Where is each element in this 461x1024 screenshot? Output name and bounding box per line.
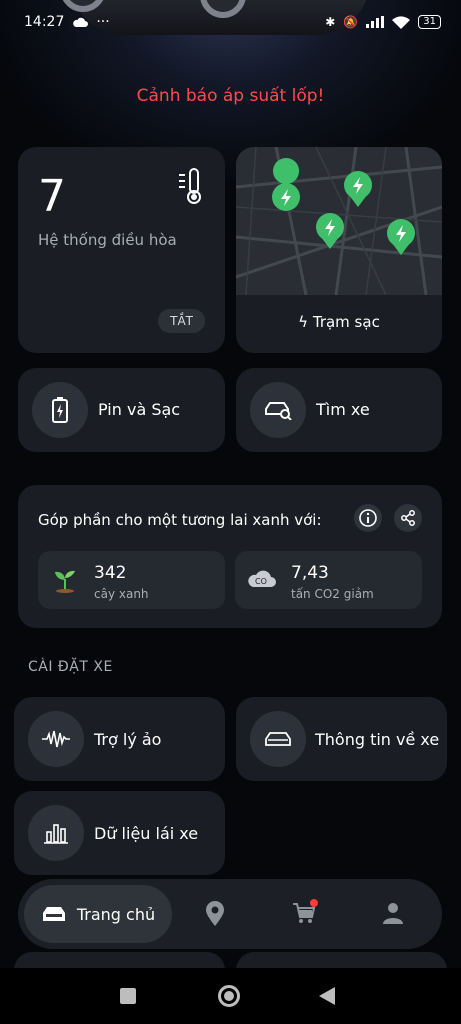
car-home-icon [42, 907, 65, 921]
map-preview[interactable] [236, 147, 442, 295]
battery-indicator: 31 [418, 15, 441, 29]
co2-value: 7,43 [291, 563, 329, 583]
car-info-label: Thông tin về xe [315, 730, 440, 749]
cloud-icon [73, 17, 89, 27]
battery-icon [32, 382, 88, 438]
charging-station-card[interactable]: ϟ Trạm sạc [236, 147, 442, 353]
more-notifications-icon: ··· [96, 14, 110, 30]
wifi-icon [392, 15, 411, 29]
co2-stat: CO 7,43 tấn CO2 giảm [235, 551, 422, 609]
trees-value: 342 [94, 563, 127, 583]
nav-home-tab[interactable]: Trang chủ [24, 885, 172, 943]
map-pin-icon[interactable] [204, 901, 226, 931]
home-icon[interactable] [218, 985, 240, 1007]
climate-value: 7 [38, 171, 66, 222]
notification-dot [310, 899, 318, 907]
find-car-button[interactable]: Tìm xe [236, 368, 442, 452]
charging-station-label: ϟ Trạm sạc [236, 313, 442, 331]
eco-title: Góp phần cho một tương lai xanh với: [38, 511, 322, 529]
bolt-icon: ϟ [298, 313, 309, 331]
eco-contribution-card: Góp phần cho một tương lai xanh với: 342… [18, 485, 442, 628]
driving-data-button[interactable]: Dữ liệu lái xe [14, 791, 225, 875]
system-nav-bar [0, 968, 461, 1024]
voice-wave-icon [28, 711, 84, 767]
tire-pressure-alert[interactable]: Cảnh báo áp suất lốp! [0, 86, 461, 106]
clock: 14:27 [24, 14, 65, 30]
car-info-button[interactable]: Thông tin về xe [236, 697, 447, 781]
mute-icon: 🔕 [343, 15, 359, 29]
info-icon[interactable] [354, 504, 382, 532]
climate-label: Hệ thống điều hòa [38, 231, 177, 249]
co2-cloud-icon: CO [247, 567, 277, 595]
find-car-label: Tìm xe [316, 400, 370, 419]
charging-station-text: Trạm sạc [312, 313, 380, 331]
status-bar: 14:27 ··· ✱ 🔕 31 [0, 0, 461, 44]
sprout-icon [52, 567, 78, 597]
trees-stat: 342 cây xanh [38, 551, 225, 609]
nav-home-label: Trang chủ [76, 904, 156, 924]
climate-off-button[interactable]: TẮT [158, 309, 205, 333]
car-search-icon [250, 382, 306, 438]
trees-unit: cây xanh [94, 587, 149, 601]
co2-unit: tấn CO2 giảm [291, 587, 374, 601]
thermometer-icon [177, 167, 203, 209]
bluetooth-icon: ✱ [325, 15, 336, 29]
battery-charging-label: Pin và Sạc [98, 400, 181, 419]
bottom-nav: Trang chủ [18, 879, 442, 949]
cart-icon[interactable] [292, 899, 318, 929]
virtual-assistant-label: Trợ lý ảo [94, 730, 162, 749]
settings-section-title: CÀI ĐẶT XE [28, 659, 113, 675]
back-icon[interactable] [318, 986, 336, 1006]
battery-charging-button[interactable]: Pin và Sạc [18, 368, 225, 452]
driving-data-label: Dữ liệu lái xe [94, 824, 199, 843]
virtual-assistant-button[interactable]: Trợ lý ảo [14, 697, 225, 781]
signal-icon [366, 16, 385, 28]
share-icon[interactable] [394, 504, 422, 532]
climate-card[interactable]: 7 Hệ thống điều hòa TẮT [18, 147, 225, 353]
bar-chart-icon [28, 805, 84, 861]
profile-icon[interactable] [382, 901, 404, 929]
car-icon [250, 711, 306, 767]
svg-text:CO: CO [255, 577, 267, 586]
recent-apps-icon[interactable] [120, 988, 136, 1004]
